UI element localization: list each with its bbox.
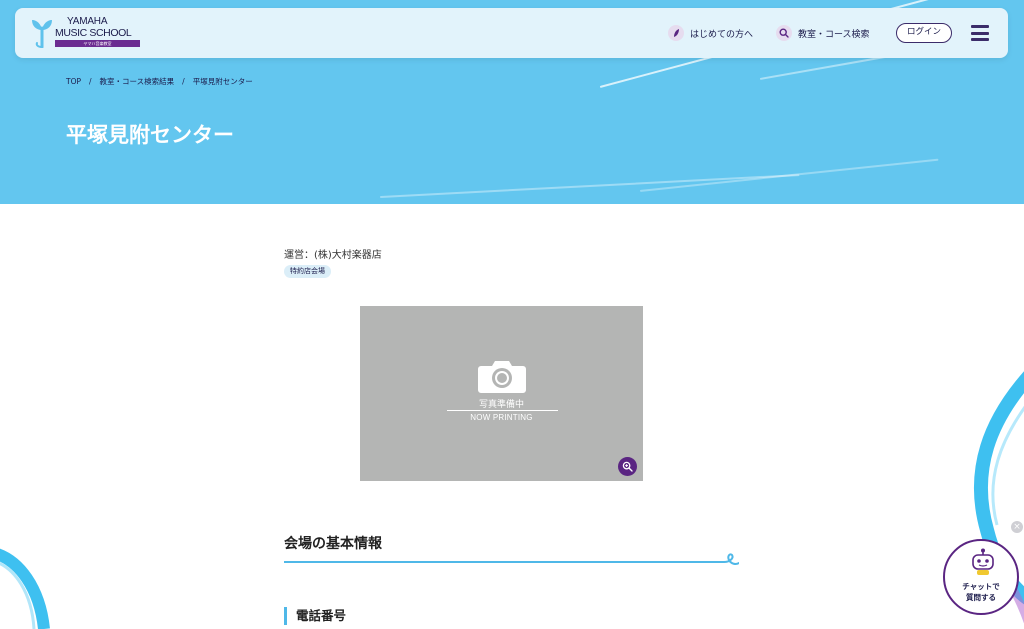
- chat-label-line1: チャットで: [962, 582, 1000, 591]
- robot-icon: [972, 548, 994, 575]
- photo-placeholder-divider: [447, 410, 558, 411]
- section-title-basic-info: 会場の基本情報: [284, 536, 382, 552]
- camera-icon: [478, 361, 526, 393]
- chat-label-line2: 質問する: [966, 593, 996, 602]
- photo-placeholder-text: 写真準備中: [478, 400, 524, 410]
- site-header: YAMAHA MUSIC SCHOOL ヤマハ音楽教室 はじめての方へ 教室・コ…: [15, 8, 1008, 58]
- zoom-in-icon[interactable]: [618, 457, 637, 476]
- hero-streak: [379, 174, 800, 198]
- page-title: 平塚見附センター: [66, 123, 234, 147]
- breadcrumb-current: 平塚見附センター: [192, 77, 253, 86]
- breadcrumb-search-results-link[interactable]: 教室・コース検索結果: [100, 76, 175, 87]
- breadcrumb-top-link[interactable]: TOP: [66, 77, 81, 86]
- chat-close-button[interactable]: ×: [1011, 521, 1023, 533]
- login-button[interactable]: ログイン: [896, 23, 952, 43]
- nav-search-label: 教室・コース検索: [798, 29, 870, 40]
- subsection-title-phone: 電話番号: [284, 607, 346, 625]
- venue-type-badge: 特約店会場: [284, 265, 331, 278]
- brand-sub: ヤマハ音楽教室: [55, 40, 140, 47]
- breadcrumb: TOP / 教室・コース検索結果 / 平塚見附センター: [66, 76, 253, 87]
- nav-search-link[interactable]: 教室・コース検索: [776, 25, 870, 41]
- breadcrumb-separator: /: [89, 77, 92, 86]
- breadcrumb-separator: /: [182, 77, 185, 86]
- hero-streak: [639, 158, 939, 192]
- chat-button-label: チャットで 質問する: [945, 581, 1017, 603]
- sprout-logo-icon: [32, 20, 52, 48]
- nav-beginners-label: はじめての方へ: [690, 29, 754, 40]
- photo-placeholder-english: NOW PRINTING: [470, 413, 533, 422]
- yamaha-music-school-logo[interactable]: YAMAHA MUSIC SCHOOL ヤマハ音楽教室: [31, 17, 141, 53]
- venue-operator: 運営：(株)大村楽器店: [284, 250, 382, 261]
- hamburger-icon[interactable]: [971, 25, 989, 41]
- section-underline: [284, 553, 739, 565]
- decorative-ribbon-left: [0, 548, 50, 629]
- nav-beginners-link[interactable]: はじめての方へ: [668, 25, 753, 41]
- leaf-icon: [668, 25, 684, 41]
- brand-line1: YAMAHA: [67, 16, 108, 27]
- chat-question-button[interactable]: チャットで 質問する: [943, 539, 1019, 615]
- venue-photo-placeholder: 写真準備中 NOW PRINTING: [360, 306, 643, 481]
- search-icon: [776, 25, 792, 41]
- brand-line2: MUSIC SCHOOL: [55, 27, 132, 39]
